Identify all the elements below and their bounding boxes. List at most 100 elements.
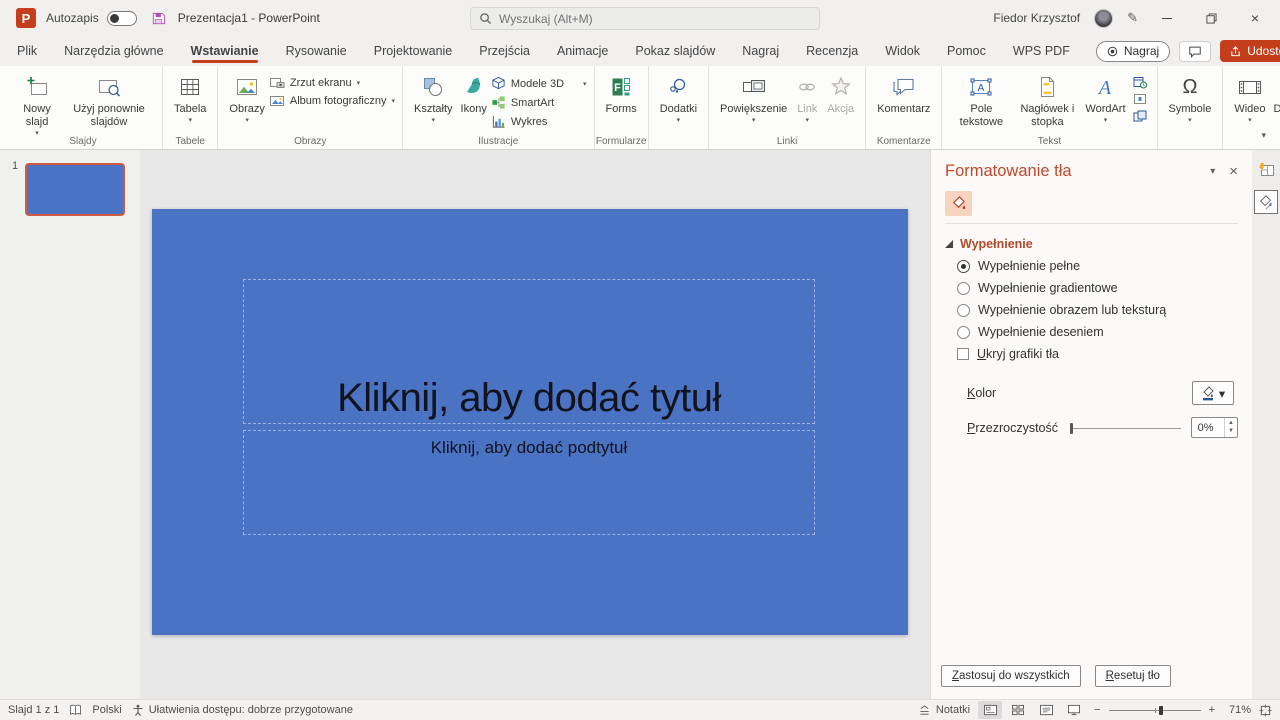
tab-recenzja[interactable]: Recenzja <box>805 38 859 64</box>
smartart-button[interactable]: SmartArt <box>491 95 587 110</box>
slide[interactable]: Kliknij, aby dodać tytuł Kliknij, aby do… <box>152 209 908 635</box>
fit-to-window-button[interactable] <box>1259 704 1272 717</box>
panel-close-icon[interactable]: × <box>1229 163 1238 180</box>
transparency-spinbox[interactable]: 0% ▲▼ <box>1191 417 1238 438</box>
audio-label: Dźwięk <box>1274 103 1280 115</box>
panel-menu-icon[interactable]: ▾ <box>1210 166 1215 177</box>
tab-animacje[interactable]: Animacje <box>556 38 609 64</box>
avatar[interactable] <box>1094 9 1113 28</box>
search-input[interactable] <box>499 12 811 26</box>
autosave-toggle[interactable] <box>107 11 137 26</box>
icons-button[interactable]: Ikony <box>457 70 491 119</box>
tab-plik[interactable]: Plik <box>16 38 38 64</box>
save-icon[interactable] <box>151 11 166 26</box>
restore-button[interactable] <box>1196 6 1226 30</box>
tab-wstawianie[interactable]: Wstawianie <box>190 38 260 64</box>
pen-icon[interactable]: ✎ <box>1127 10 1138 26</box>
option-picture-fill[interactable]: Wypełnienie obrazem lub teksturą <box>931 299 1252 321</box>
3d-models-button[interactable]: Modele 3D ▾ <box>491 76 587 91</box>
powerpoint-logo-icon[interactable]: P <box>16 8 36 28</box>
group-addins: Dodatki▾ <box>649 66 709 149</box>
video-button[interactable]: Wideo▾ <box>1230 70 1269 128</box>
tab-wps-pdf[interactable]: WPS PDF <box>1012 38 1071 64</box>
tab-pomoc[interactable]: Pomoc <box>946 38 987 64</box>
tab-rysowanie[interactable]: Rysowanie <box>285 38 348 64</box>
zoom-button[interactable]: Powiększenie▾ <box>716 70 791 128</box>
tab-projektowanie[interactable]: Projektowanie <box>373 38 454 64</box>
symbols-button[interactable]: Ω Symbole▾ <box>1165 70 1216 128</box>
notes-label: Notatki <box>936 704 970 716</box>
chart-button[interactable]: Wykres <box>491 114 587 129</box>
zoom-slider[interactable] <box>1109 704 1201 716</box>
section-collapse-icon[interactable] <box>945 240 953 248</box>
close-button[interactable]: × <box>1240 6 1270 30</box>
group-label-forms: Formularze <box>595 136 648 147</box>
tab-pokaz-slajdow[interactable]: Pokaz slajdów <box>634 38 716 64</box>
normal-view-button[interactable] <box>978 701 1002 719</box>
addins-button[interactable]: Dodatki▾ <box>656 70 701 128</box>
apply-to-all-button[interactable]: Zastosuj do wszystkich <box>941 665 1081 687</box>
wordart-button[interactable]: A WordArt▾ <box>1081 70 1129 128</box>
text-box-button[interactable]: A Pole tekstowe <box>949 70 1013 132</box>
chart-label: Wykres <box>511 116 548 128</box>
zoom-screens-icon <box>741 73 767 101</box>
share-button[interactable]: Udostępnij <box>1220 40 1280 62</box>
slide-sorter-view-button[interactable] <box>1006 701 1030 719</box>
video-label: Wideo <box>1234 103 1265 115</box>
designer-icon[interactable] <box>1254 158 1278 182</box>
audio-button[interactable]: Dźwięk▾ <box>1270 70 1280 128</box>
zoom-in-button[interactable]: + <box>1209 704 1215 716</box>
fill-tab-icon[interactable] <box>945 191 972 216</box>
spin-arrows[interactable]: ▲▼ <box>1224 418 1237 437</box>
option-solid-fill[interactable]: Wypełnienie pełne <box>931 255 1252 277</box>
shapes-button[interactable]: Kształty▾ <box>410 70 457 128</box>
slide-number-button[interactable] <box>1132 92 1148 106</box>
tab-narzedzia-glowne[interactable]: Narzędzia główne <box>63 38 164 64</box>
minimize-button[interactable] <box>1152 6 1182 30</box>
subtitle-placeholder[interactable]: Kliknij, aby dodać podtytuł <box>243 430 815 535</box>
pictures-button[interactable]: Obrazy▾ <box>225 70 268 128</box>
zoom-level[interactable]: 71% <box>1223 704 1251 716</box>
reset-background-button[interactable]: Resetuj tło <box>1095 665 1171 687</box>
record-button[interactable]: Nagraj <box>1096 41 1170 62</box>
forms-button[interactable]: F Forms <box>602 70 641 119</box>
new-slide-button[interactable]: Nowy slajd▾ <box>11 70 63 141</box>
collapse-ribbon-icon[interactable]: ▾ <box>1261 130 1266 141</box>
option-pattern-fill[interactable]: Wypełnienie deseniem <box>931 321 1252 343</box>
notes-toggle[interactable]: Notatki <box>918 704 970 716</box>
link-button[interactable]: Link▾ <box>791 70 823 128</box>
slider-thumb[interactable] <box>1070 423 1073 434</box>
fill-section-title[interactable]: Wypełnienie <box>960 237 1033 251</box>
reading-view-button[interactable] <box>1034 701 1058 719</box>
action-button[interactable]: Akcja <box>823 70 858 119</box>
table-button[interactable]: Tabela▾ <box>170 70 210 128</box>
date-time-button[interactable] <box>1132 75 1148 89</box>
user-name[interactable]: Fiedor Krzysztof <box>993 11 1080 25</box>
color-picker-button[interactable]: ▾ <box>1192 381 1234 405</box>
zoom-label: Powiększenie <box>720 103 787 115</box>
screenshot-button[interactable]: Zrzut ekranu ▾ <box>269 76 395 90</box>
slide-indicator[interactable]: Slajd 1 z 1 <box>8 704 59 716</box>
tab-widok[interactable]: Widok <box>884 38 921 64</box>
hide-background-checkbox[interactable]: Ukryj grafiki tła <box>931 343 1252 365</box>
header-footer-button[interactable]: Nagłówek i stopka <box>1013 70 1081 132</box>
transparency-slider[interactable] <box>1070 422 1181 434</box>
slide-thumbnail[interactable] <box>25 163 125 216</box>
spellcheck-book-icon[interactable] <box>69 704 82 716</box>
language-indicator[interactable]: Polski <box>92 704 121 716</box>
title-placeholder[interactable]: Kliknij, aby dodać tytuł <box>243 279 815 424</box>
zoom-out-button[interactable]: − <box>1094 704 1100 716</box>
format-background-pane-icon[interactable] <box>1254 190 1278 214</box>
slideshow-view-button[interactable] <box>1062 701 1086 719</box>
photo-album-button[interactable]: Album fotograficzny ▾ <box>269 94 395 108</box>
tab-przejscia[interactable]: Przejścia <box>478 38 531 64</box>
comments-button[interactable] <box>1179 41 1211 62</box>
object-button[interactable] <box>1132 109 1148 123</box>
accessibility-status[interactable]: Ułatwienia dostępu: dobrze przygotowane <box>132 704 353 716</box>
tab-nagraj[interactable]: Nagraj <box>741 38 780 64</box>
option-gradient-fill[interactable]: Wypełnienie gradientowe <box>931 277 1252 299</box>
zoom-thumb[interactable] <box>1159 706 1163 715</box>
reuse-slides-button[interactable]: Użyj ponownie slajdów <box>63 70 155 132</box>
search-box[interactable] <box>470 7 820 30</box>
comment-button[interactable]: Komentarz <box>873 70 934 119</box>
